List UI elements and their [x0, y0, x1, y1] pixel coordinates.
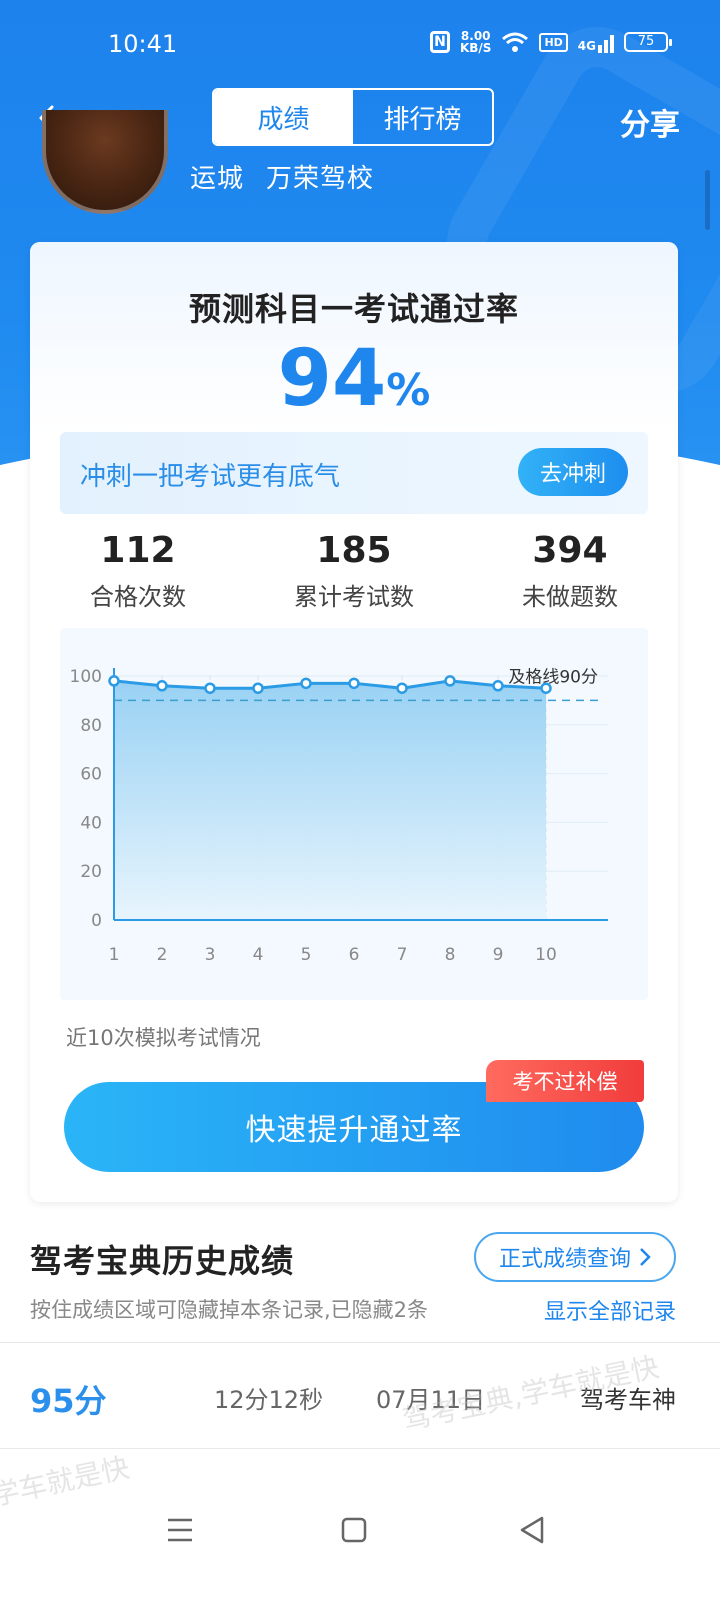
prediction-number: 94 — [277, 334, 387, 424]
score-chart: 0 20 40 60 80 100 及格线90分 1 2 3 4 5 6 7 8 9 10 — [60, 628, 648, 1000]
data-point — [300, 677, 312, 690]
back-triangle-icon[interactable] — [512, 1510, 552, 1550]
hd-icon: HD — [539, 32, 568, 52]
sprint-text: 冲刺一把考试更有底气 — [80, 462, 341, 492]
y-tick-label: 100 — [70, 667, 102, 687]
guarantee-badge: 考不过补偿 — [486, 1060, 644, 1102]
profile-info: 运城 万荣驾校 — [190, 158, 374, 195]
status-icons: N 8.00 KB/S HD 4G 75 — [429, 30, 672, 54]
stat-label: 未做题数 — [522, 583, 618, 611]
official-score-label: 正式成绩查询 — [498, 1247, 631, 1272]
system-navigation-bar — [0, 1480, 720, 1600]
data-point — [348, 677, 360, 690]
menu-icon[interactable] — [160, 1510, 200, 1550]
official-score-button[interactable]: 正式成绩查询 — [474, 1232, 676, 1282]
prediction-unit: % — [386, 365, 431, 416]
wifi-icon — [501, 31, 529, 53]
prediction-title: 预测科目一考试通过率 — [188, 290, 519, 328]
nfc-icon: N — [429, 31, 450, 53]
data-point — [156, 680, 168, 692]
stat-value: 394 — [532, 530, 608, 571]
signal-icon: 4G — [578, 31, 614, 53]
status-bar: 10:41 N 8.00 KB/S HD 4G 75 — [0, 0, 720, 90]
x-tick-label: 2 — [157, 945, 168, 965]
history-title: 驾考宝典历史成绩 — [30, 1242, 295, 1280]
stat-undone-questions[interactable]: 394 未做题数 — [462, 530, 678, 612]
x-tick-label: 1 — [109, 945, 120, 965]
data-point — [204, 682, 216, 694]
scroll-indicator — [705, 170, 710, 230]
network-speed-unit: KB/S — [459, 41, 492, 55]
stat-label: 合格次数 — [90, 583, 186, 611]
y-tick-label: 0 — [91, 911, 102, 931]
record-score: 95分 — [30, 1382, 107, 1420]
x-tick-label: 3 — [205, 945, 216, 965]
x-tick-label: 10 — [535, 945, 557, 965]
stat-total-exams[interactable]: 185 累计考试数 — [246, 530, 462, 612]
y-tick-label: 60 — [80, 765, 102, 785]
home-icon[interactable] — [334, 1510, 374, 1550]
x-tick-label: 4 — [253, 945, 264, 965]
data-point — [444, 675, 456, 687]
show-all-records-link[interactable]: 显示全部记录 — [544, 1294, 676, 1326]
share-button[interactable]: 分享 — [620, 100, 680, 144]
pass-line-label: 及格线90分 — [508, 667, 598, 687]
x-tick-label: 7 — [397, 945, 408, 965]
x-tick-label: 9 — [493, 945, 504, 965]
header-tabs: 成绩 排行榜 — [212, 88, 494, 146]
tab-leaderboard[interactable]: 排行榜 — [353, 90, 492, 144]
prediction-card: 预测科目一考试通过率 94% 冲刺一把考试更有底气 去冲刺 112 合格次数 1… — [30, 242, 678, 1202]
network-type: 4G — [577, 39, 596, 53]
y-tick-label: 20 — [80, 862, 102, 882]
data-point — [252, 682, 264, 694]
stats-row: 112 合格次数 185 累计考试数 394 未做题数 — [30, 530, 678, 612]
stat-passed[interactable]: 112 合格次数 — [30, 530, 246, 612]
chevron-right-icon — [640, 1248, 651, 1266]
history-subtitle: 按住成绩区域可隐藏掉本条记录,已隐藏2条 — [30, 1298, 429, 1322]
chart-caption: 近10次模拟考试情况 — [66, 1026, 261, 1050]
y-tick-label: 80 — [80, 716, 102, 736]
y-tick-label: 40 — [80, 813, 102, 833]
area-fill — [114, 680, 546, 920]
network-speed: 8.00 KB/S — [460, 30, 491, 54]
battery-icon: 75 — [624, 32, 672, 52]
profile-school: 万荣驾校 — [266, 164, 375, 194]
data-point — [108, 675, 120, 687]
status-time: 10:41 — [108, 30, 178, 58]
x-tick-label: 8 — [445, 945, 456, 965]
record-duration: 12分12秒 — [214, 1386, 324, 1414]
sprint-button[interactable]: 去冲刺 — [518, 448, 628, 496]
x-tick-label: 6 — [349, 945, 360, 965]
sprint-banner: 冲刺一把考试更有底气 去冲刺 — [60, 432, 648, 514]
score-chart-svg: 0 20 40 60 80 100 及格线90分 1 2 3 4 5 6 7 8 9 10 — [70, 667, 608, 965]
stat-value: 112 — [100, 530, 176, 571]
tab-score[interactable]: 成绩 — [214, 90, 353, 144]
data-point — [492, 680, 504, 692]
profile-city: 运城 — [190, 164, 245, 194]
data-point — [540, 682, 552, 694]
stat-value: 185 — [316, 530, 392, 571]
x-tick-label: 5 — [301, 945, 312, 965]
data-point — [396, 682, 408, 694]
prediction-value: 94% — [30, 334, 678, 424]
stat-label: 累计考试数 — [294, 583, 414, 611]
